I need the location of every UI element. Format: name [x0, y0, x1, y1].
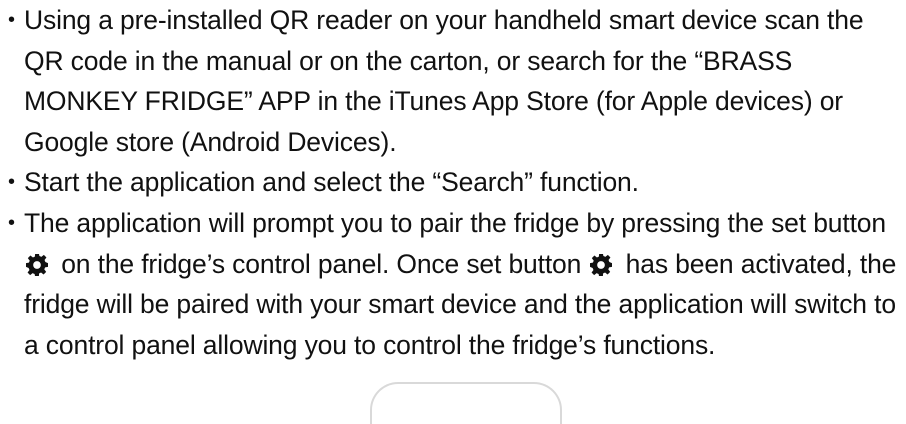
bullet: • [8, 211, 15, 234]
gear-icon [590, 253, 613, 276]
instruction-item: • Start the application and select the “… [8, 162, 900, 203]
instruction-text-part: on the fridge’s control panel. Once set … [61, 248, 582, 279]
instruction-text: Using a pre-installed QR reader on your … [24, 5, 864, 157]
gear-icon [26, 253, 48, 276]
instruction-text-part: The application will prompt you to pair … [24, 207, 886, 238]
device-outline-fragment [370, 382, 562, 424]
instruction-item: • The application will prompt you to pai… [8, 203, 900, 365]
bullet: • [8, 9, 15, 31]
bullet: • [8, 171, 15, 194]
instruction-text: The application will prompt you to pair … [24, 203, 900, 365]
instruction-text: Start the application and select the “Se… [24, 167, 639, 198]
instruction-item: • Using a pre-installed QR reader on you… [8, 0, 900, 162]
instructions-list: • Using a pre-installed QR reader on you… [8, 0, 900, 365]
